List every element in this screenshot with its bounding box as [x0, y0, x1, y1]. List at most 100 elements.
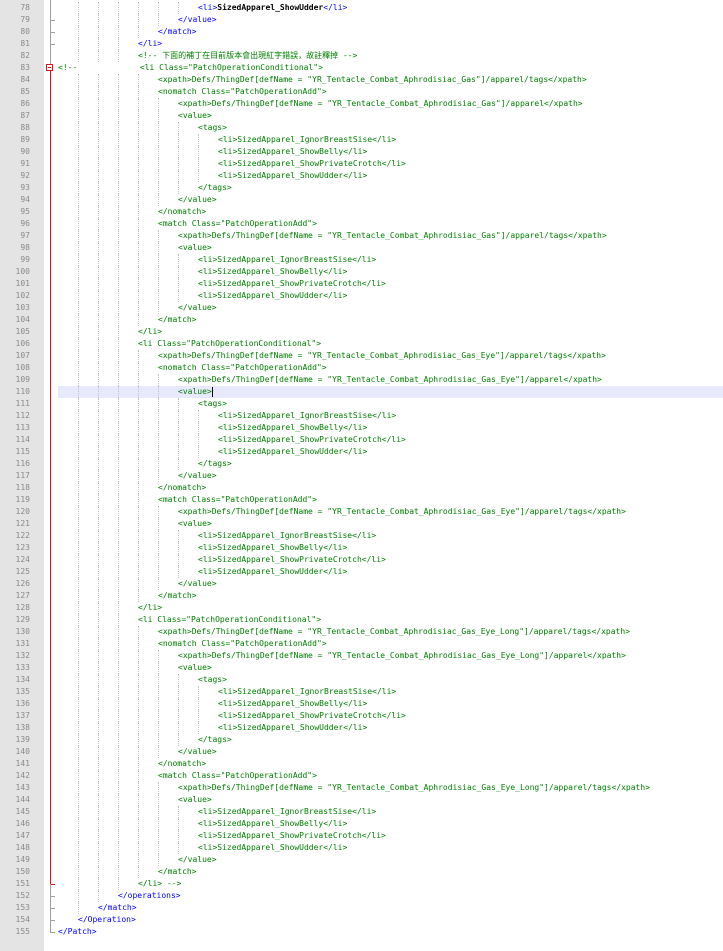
code-line[interactable]: 155 </Patch> [0, 926, 723, 938]
code-line[interactable]: 139 </tags> [0, 734, 723, 746]
code-line[interactable]: 121 <value> [0, 518, 723, 530]
indent-guide [118, 806, 119, 818]
indent-guide [98, 710, 99, 722]
code-line[interactable]: 112 <li>SizedApparel_IgnorBreastSise</li> [0, 410, 723, 422]
code-line[interactable]: 102 <li>SizedApparel_ShowUdder</li> [0, 290, 723, 302]
indent-guide [98, 758, 99, 770]
code-line[interactable]: 97 <xpath>Defs/ThingDef[defName = "YR_Ten… [0, 230, 723, 242]
code-line[interactable]: 123 <li>SizedApparel_ShowBelly</li> [0, 542, 723, 554]
code-line[interactable]: 113 <li>SizedApparel_ShowBelly</li> [0, 422, 723, 434]
code-line[interactable]: 86 <xpath>Defs/ThingDef[defName = "YR_Ten… [0, 98, 723, 110]
code-line[interactable]: 114 <li>SizedApparel_ShowPrivateCrotch</l… [0, 434, 723, 446]
code-line[interactable]: 125 <li>SizedApparel_ShowUdder</li> [0, 566, 723, 578]
code-line[interactable]: 108 <nomatch Class="PatchOperationAdd"> [0, 362, 723, 374]
indent-guide [98, 446, 99, 458]
indent-guide [178, 278, 179, 290]
line-number: 138 [15, 723, 30, 732]
fold-minus-icon[interactable] [46, 64, 53, 71]
code-line[interactable]: 110 <value> [0, 386, 723, 398]
indent-guide [78, 374, 79, 386]
indent-guide [178, 686, 179, 698]
code-line[interactable]: 130 <xpath>Defs/ThingDef[defName = "YR_Te… [0, 626, 723, 638]
code-text: <xpath>Defs/ThingDef[defName = "YR_Tenta… [158, 627, 631, 636]
code-line[interactable]: 106 <li Class="PatchOperationConditional"… [0, 338, 723, 350]
code-line[interactable]: 141 </nomatch> [0, 758, 723, 770]
code-line[interactable]: 83 <!-- <li Class="PatchOperationConditio… [0, 62, 723, 74]
code-line[interactable]: 88 <tags> [0, 122, 723, 134]
code-line[interactable]: 132 <xpath>Defs/ThingDef[defName = "YR_Te… [0, 650, 723, 662]
code-line[interactable]: 90 <li>SizedApparel_ShowBelly</li> [0, 146, 723, 158]
indent-guide [138, 2, 139, 14]
code-line[interactable]: 153 </match> [0, 902, 723, 914]
code-line[interactable]: 96 <match Class="PatchOperationAdd"> [0, 218, 723, 230]
code-line[interactable]: 103 </value> [0, 302, 723, 314]
code-line[interactable]: 79 </value> [0, 14, 723, 26]
code-line[interactable]: 149 </value> [0, 854, 723, 866]
code-line[interactable]: 150 </match> [0, 866, 723, 878]
code-line[interactable]: 89 <li>SizedApparel_IgnorBreastSise</li> [0, 134, 723, 146]
code-line[interactable]: 78 <li>SizedApparel_ShowUdder</li> [0, 2, 723, 14]
indent-guide [158, 110, 159, 122]
code-line[interactable]: 143 <xpath>Defs/ThingDef[defName = "YR_Te… [0, 782, 723, 794]
code-line[interactable]: 109 <xpath>Defs/ThingDef[defName = "YR_Te… [0, 374, 723, 386]
code-line[interactable]: 146 <li>SizedApparel_ShowBelly</li> [0, 818, 723, 830]
indent-guide [138, 398, 139, 410]
code-line[interactable]: 137 <li>SizedApparel_ShowPrivateCrotch</l… [0, 710, 723, 722]
indent-guide [98, 686, 99, 698]
code-line[interactable]: 140 </value> [0, 746, 723, 758]
indent-guide [118, 302, 119, 314]
code-line[interactable]: 136 <li>SizedApparel_ShowBelly</li> [0, 698, 723, 710]
code-line[interactable]: 133 <value> [0, 662, 723, 674]
code-line[interactable]: 144 <value> [0, 794, 723, 806]
code-line[interactable]: 81 </li> [0, 38, 723, 50]
indent-guide [78, 542, 79, 554]
code-line[interactable]: 80 </match> [0, 26, 723, 38]
code-line[interactable]: 111 <tags> [0, 398, 723, 410]
code-line[interactable]: 87 <value> [0, 110, 723, 122]
code-line[interactable]: 142 <match Class="PatchOperationAdd"> [0, 770, 723, 782]
indent-guide [98, 230, 99, 242]
code-editor[interactable]: 78 <li>SizedApparel_ShowUdder</li> 79 </val… [0, 0, 723, 951]
code-line[interactable]: 128 </li> [0, 602, 723, 614]
code-line[interactable]: 129 <li Class="PatchOperationConditional"… [0, 614, 723, 626]
code-line[interactable]: 138 <li>SizedApparel_ShowUdder</li> [0, 722, 723, 734]
code-line[interactable]: 152 </operations> [0, 890, 723, 902]
code-line[interactable]: 151 </li> --> [0, 878, 723, 890]
code-line[interactable]: 147 <li>SizedApparel_ShowPrivateCrotch</l… [0, 830, 723, 842]
code-line[interactable]: 100 <li>SizedApparel_ShowBelly</li> [0, 266, 723, 278]
code-line[interactable]: 92 <li>SizedApparel_ShowUdder</li> [0, 170, 723, 182]
code-line[interactable]: 98 <value> [0, 242, 723, 254]
code-line[interactable]: 154 </Operation> [0, 914, 723, 926]
indent-guide [118, 542, 119, 554]
line-number: 95 [20, 207, 30, 216]
code-line[interactable]: 148 <li>SizedApparel_ShowUdder</li> [0, 842, 723, 854]
code-line[interactable]: 117 </value> [0, 470, 723, 482]
code-line[interactable]: 131 <nomatch Class="PatchOperationAdd"> [0, 638, 723, 650]
code-line[interactable]: 145 <li>SizedApparel_IgnorBreastSise</li> [0, 806, 723, 818]
code-line[interactable]: 105 </li> [0, 326, 723, 338]
code-line[interactable]: 99 <li>SizedApparel_IgnorBreastSise</li> [0, 254, 723, 266]
code-line[interactable]: 84 <xpath>Defs/ThingDef[defName = "YR_Ten… [0, 74, 723, 86]
code-line[interactable]: 95 </nomatch> [0, 206, 723, 218]
code-line[interactable]: 118 </nomatch> [0, 482, 723, 494]
code-line[interactable]: 126 </value> [0, 578, 723, 590]
code-line[interactable]: 107 <xpath>Defs/ThingDef[defName = "YR_Te… [0, 350, 723, 362]
indent-guide [158, 506, 159, 518]
code-line[interactable]: 120 <xpath>Defs/ThingDef[defName = "YR_Te… [0, 506, 723, 518]
code-line[interactable]: 124 <li>SizedApparel_ShowPrivateCrotch</l… [0, 554, 723, 566]
indent-guide [118, 566, 119, 578]
code-line[interactable]: 85 <nomatch Class="PatchOperationAdd"> [0, 86, 723, 98]
code-line[interactable]: 122 <li>SizedApparel_IgnorBreastSise</li> [0, 530, 723, 542]
code-line[interactable]: 116 </tags> [0, 458, 723, 470]
code-line[interactable]: 94 </value> [0, 194, 723, 206]
code-line[interactable]: 115 <li>SizedApparel_ShowUdder</li> [0, 446, 723, 458]
code-line[interactable]: 104 </match> [0, 314, 723, 326]
code-line[interactable]: 135 <li>SizedApparel_IgnorBreastSise</li> [0, 686, 723, 698]
code-line[interactable]: 82 <!-- 下面的補丁在目前版本會出現紅字錯誤，故註釋掉 --> [0, 50, 723, 62]
code-line[interactable]: 93 </tags> [0, 182, 723, 194]
code-line[interactable]: 134 <tags> [0, 674, 723, 686]
code-line[interactable]: 119 <match Class="PatchOperationAdd"> [0, 494, 723, 506]
code-line[interactable]: 91 <li>SizedApparel_ShowPrivateCrotch</li… [0, 158, 723, 170]
code-line[interactable]: 101 <li>SizedApparel_ShowPrivateCrotch</l… [0, 278, 723, 290]
code-line[interactable]: 127 </match> [0, 590, 723, 602]
